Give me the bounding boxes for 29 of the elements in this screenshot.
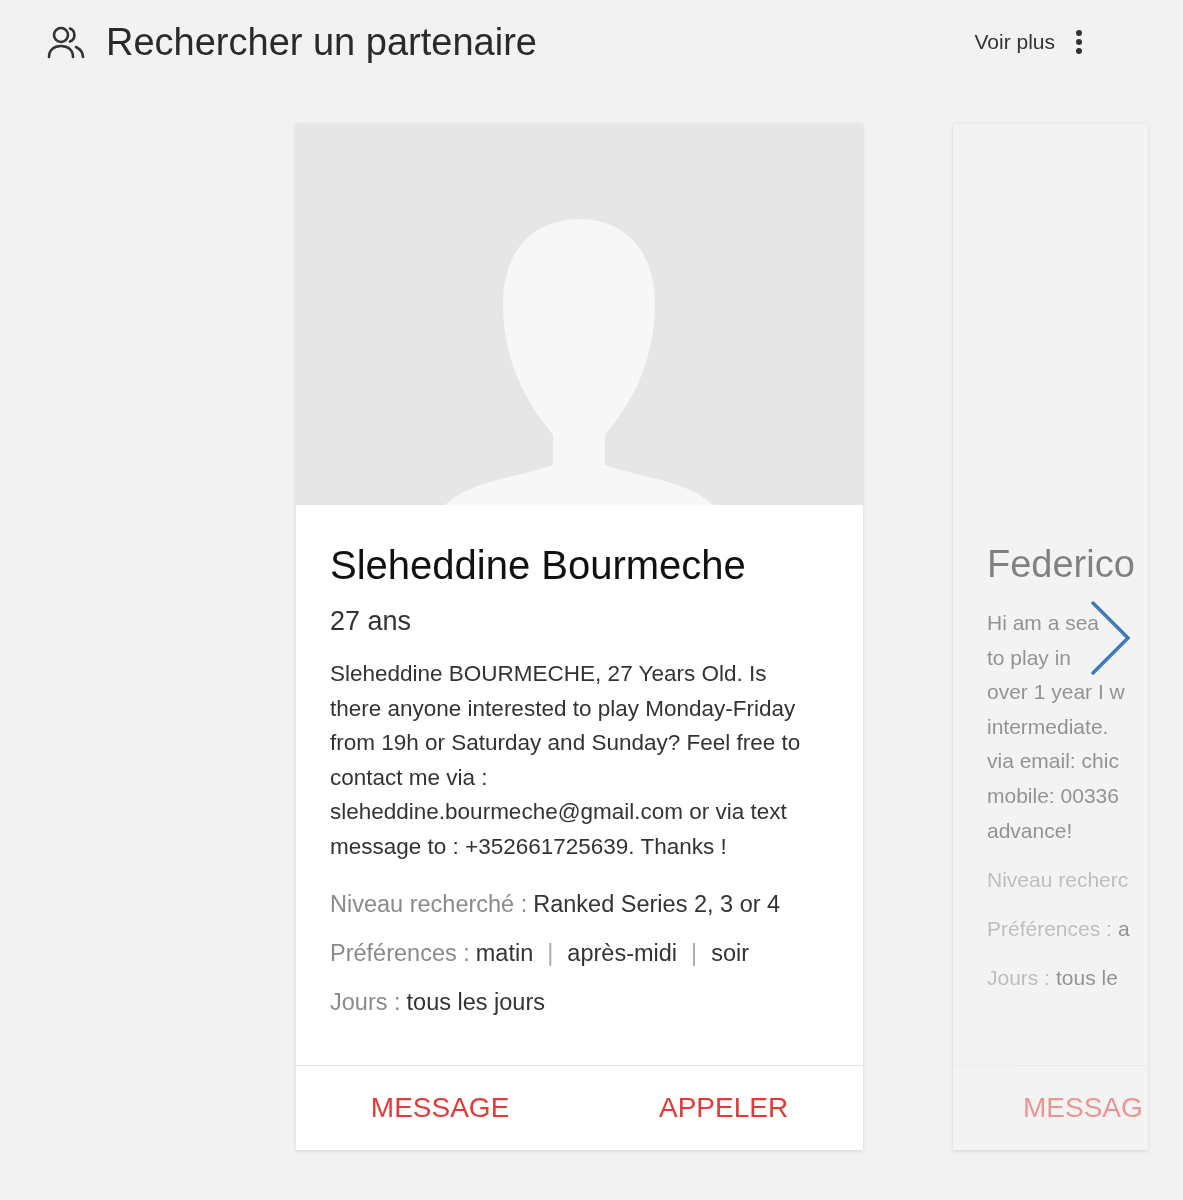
description-line: over 1 year I w bbox=[987, 679, 1126, 706]
days-label: Jours : bbox=[330, 988, 401, 1016]
days-value: tous le bbox=[1056, 965, 1118, 990]
days-value: tous les jours bbox=[406, 988, 545, 1016]
partner-description: Sleheddine BOURMECHE, 27 Years Old. Is there anyone interested to play Monday-Friday from 19h or Saturday and Sunday? Feel free to contact me via : sleheddine.bourmeche@gmail.com or via text message to : +352661725639. Thanks ! bbox=[330, 660, 802, 861]
partner-name: Sleheddine Bourmeche bbox=[330, 543, 747, 588]
people-icon bbox=[46, 25, 86, 59]
level-value: Ranked Series 2, 3 or 4 bbox=[533, 890, 781, 918]
preferences-label: Préférences : bbox=[330, 939, 470, 967]
call-button[interactable]: APPELER bbox=[659, 1084, 789, 1132]
more-vertical-icon[interactable] bbox=[1075, 29, 1083, 55]
description-line: to play in bbox=[987, 644, 1073, 671]
partner-age: 27 ans bbox=[330, 606, 413, 637]
see-more-link[interactable]: Voir plus bbox=[974, 30, 1055, 54]
partner-name: Federico bbox=[987, 543, 1136, 586]
preference-value: a bbox=[1117, 916, 1130, 941]
preference-value: matin bbox=[475, 939, 534, 967]
separator: | bbox=[547, 939, 554, 967]
description-line: intermediate. bbox=[987, 713, 1110, 740]
preference-value: soir bbox=[711, 939, 750, 967]
message-button[interactable]: MESSAGE bbox=[370, 1084, 510, 1132]
description-line: advance! bbox=[987, 817, 1074, 844]
page-title: Rechercher un partenaire bbox=[106, 20, 538, 64]
separator: | bbox=[691, 939, 698, 967]
description-line: Hi am a sea bbox=[987, 610, 1101, 636]
description-line: via email: chic bbox=[987, 748, 1120, 775]
preference-value: après-midi bbox=[567, 939, 678, 967]
description-line: mobile: 00336 bbox=[987, 782, 1120, 809]
level-label: Niveau recherché : bbox=[330, 890, 528, 918]
